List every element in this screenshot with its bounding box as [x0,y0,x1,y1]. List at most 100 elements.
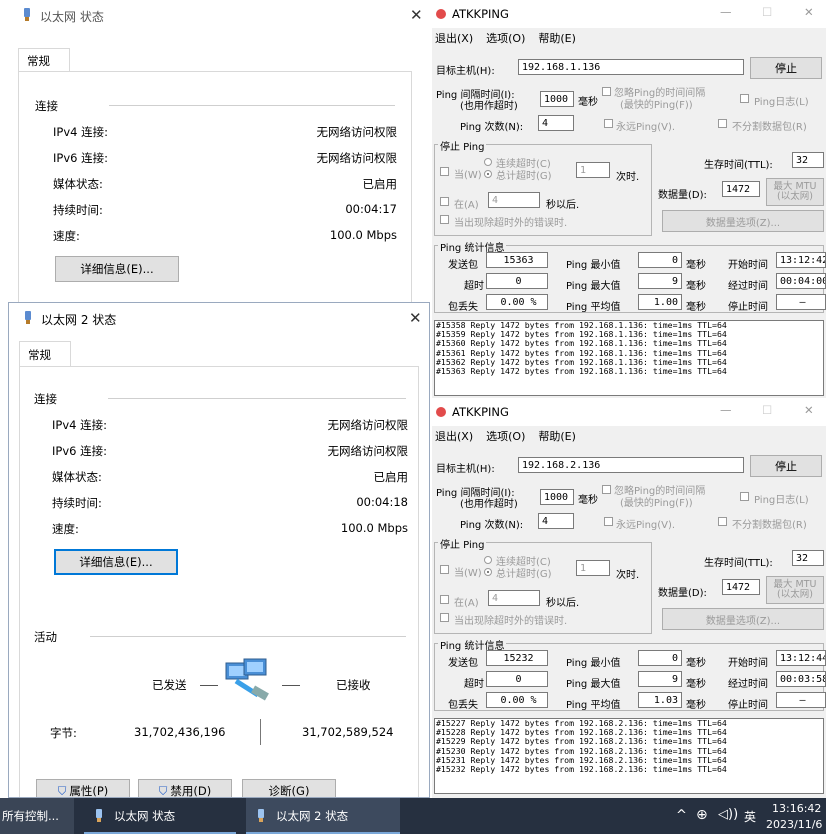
checkbox-icon [604,118,613,128]
chevron-up-icon[interactable]: ^ [676,808,687,823]
data-size-input[interactable]: 1472 [722,579,760,595]
button-sublabel: (以太网) [777,191,813,202]
at-seconds-input[interactable]: 4 [488,192,540,208]
checkbox-icon [718,516,727,526]
group-label: 停止 Ping [438,138,487,153]
interval-input[interactable]: 1000 [540,91,574,107]
sent-label: 发送包 [448,658,478,669]
no-fragment-checkbox[interactable] [718,516,729,527]
ms-label: 毫秒 [578,495,598,506]
info-row: 媒体状态: 已启用 [20,469,418,485]
ping-log[interactable]: #15358 Reply 1472 bytes from 192.168.1.1… [434,320,824,396]
consecutive-timeout-radio[interactable] [484,157,494,168]
consecutive-timeout-radio[interactable] [484,555,494,566]
forever-checkbox[interactable] [604,118,615,129]
checkbox-icon [604,516,613,526]
stop-button[interactable]: 停止 [750,57,822,79]
data-size-input[interactable]: 1472 [722,181,760,197]
count-input[interactable]: 4 [538,513,574,529]
max-mtu-button[interactable]: 最大 MTU (以太网) [766,576,824,604]
seconds-after-label: 秒以后. [546,200,580,211]
max-label: Ping 最大值 [566,281,621,292]
at-checkbox[interactable] [440,196,451,207]
row-value: 100.0 Mbps [329,228,397,242]
at-label: 在(A) [454,598,479,609]
stop-button[interactable]: 停止 [750,455,822,477]
on-error-checkbox[interactable] [440,612,451,623]
target-host-input[interactable]: 192.168.2.136 [518,457,744,473]
properties-button[interactable]: ⛉ 属性(P) [36,779,130,798]
max-mtu-button[interactable]: 最大 MTU (以太网) [766,178,824,206]
close-icon[interactable]: ✕ [804,5,814,19]
taskbar-item-ethernet2-status[interactable]: 以太网 2 状态 [246,798,400,834]
network-globe-icon[interactable]: ⊕ [696,807,708,823]
minimize-icon[interactable]: — [720,403,732,417]
ignore-interval-checkbox[interactable] [602,484,613,495]
sent-value: 15232 [486,650,548,666]
clock-date[interactable]: 2023/11/6 [766,818,822,831]
maximize-icon[interactable]: ☐ [762,403,772,417]
ping-log[interactable]: #15227 Reply 1472 bytes from 192.168.2.1… [434,718,824,794]
no-fragment-checkbox[interactable] [718,118,729,129]
data-options-button[interactable]: 数据量选项(Z)... [662,608,824,630]
forever-checkbox[interactable] [604,516,615,527]
ms-label: 毫秒 [578,97,598,108]
disable-button[interactable]: ⛉ 禁用(D) [138,779,232,797]
details-button[interactable]: 详细信息(E)... [54,549,178,575]
close-icon[interactable]: ✕ [804,403,814,417]
connection-group: 连接 [20,391,418,407]
tab-general[interactable]: 常规 [18,48,70,72]
input-language[interactable]: 英 [744,808,756,825]
count-input[interactable]: 4 [538,115,574,131]
row-value: 无网络访问权限 [327,418,409,432]
min-ms-label: 毫秒 [686,658,706,669]
timeout-count-input[interactable]: 1 [576,162,610,178]
taskbar-item-ethernet-status[interactable]: 以太网 状态 [84,798,236,834]
row-value: 已启用 [362,177,398,191]
clock-time[interactable]: 13:16:42 [772,802,821,815]
ping-log-checkbox[interactable] [740,93,751,104]
target-host-label: 目标主机(H): [436,66,495,77]
when-checkbox[interactable] [440,564,451,575]
taskbar-item-control-panel[interactable]: 所有控制... [0,798,74,834]
tab-general[interactable]: 常规 [19,341,71,367]
maximize-icon[interactable]: ☐ [762,5,772,19]
target-host-input[interactable]: 192.168.1.136 [518,59,744,75]
diagnose-button[interactable]: 诊断(G) [242,779,336,797]
at-seconds-input[interactable]: 4 [488,590,540,606]
when-checkbox[interactable] [440,166,451,177]
interval-input[interactable]: 1000 [540,489,574,505]
menu-item-help[interactable]: 帮助(E) [538,30,576,46]
menu-item-help[interactable]: 帮助(E) [538,428,576,444]
window-title: 以太网 状态 [40,10,104,24]
info-row: 持续时间: 00:04:17 [19,202,411,218]
menu-item-options[interactable]: 选项(O) [486,428,525,444]
minimize-icon[interactable]: — [720,5,732,19]
menu-item-exit[interactable]: 退出(X) [435,428,473,444]
max-label: Ping 最大值 [566,679,621,690]
data-options-button[interactable]: 数据量选项(Z)... [662,210,824,232]
on-error-checkbox[interactable] [440,214,451,225]
ttl-input[interactable]: 32 [792,152,824,168]
radio-icon [484,170,492,178]
volume-icon[interactable]: ◁)) [718,807,738,822]
total-timeout-label: 总计超时(G) [496,171,552,182]
info-row: IPv6 连接: 无网络访问权限 [19,150,411,166]
info-row: IPv4 连接: 无网络访问权限 [20,417,418,433]
total-timeout-radio[interactable] [484,169,494,180]
row-label: IPv6 连接: [53,151,108,165]
close-icon[interactable]: ✕ [410,8,423,23]
max-ms-label: 毫秒 [686,679,706,690]
ping-log-checkbox[interactable] [740,491,751,502]
total-timeout-radio[interactable] [484,567,494,578]
ttl-input[interactable]: 32 [792,550,824,566]
ignore-interval-checkbox[interactable] [602,86,613,97]
timeout-count-input[interactable]: 1 [576,560,610,576]
menu-item-options[interactable]: 选项(O) [486,30,525,46]
menu-item-exit[interactable]: 退出(X) [435,30,473,46]
details-button[interactable]: 详细信息(E)... [55,256,179,282]
close-icon[interactable]: ✕ [409,311,422,326]
at-checkbox[interactable] [440,594,451,605]
shield-icon: ⛉ [57,783,67,798]
general-panel: 连接 IPv4 连接: 无网络访问权限 IPv6 连接: 无网络访问权限 媒体状态:… [18,71,412,302]
